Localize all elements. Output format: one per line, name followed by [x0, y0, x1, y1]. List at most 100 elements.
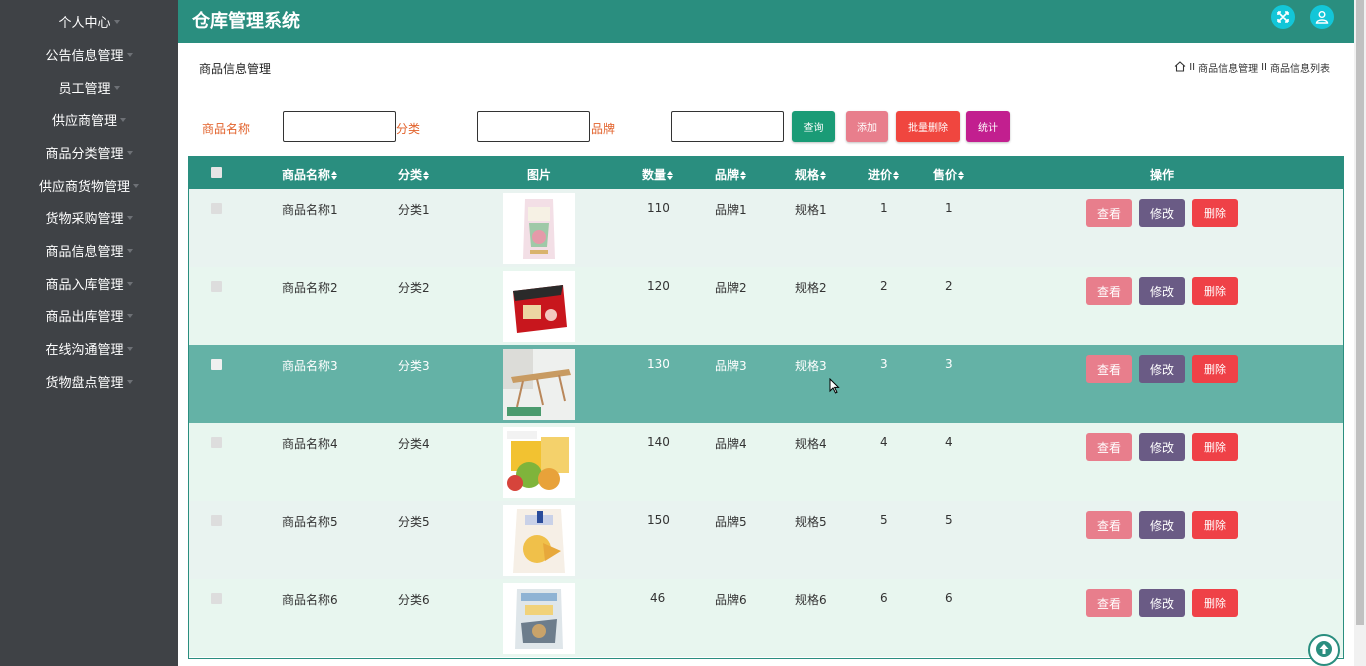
row-checkbox[interactable]	[211, 203, 222, 214]
table-row: 商品名称5 分类5 150 品牌5 规格5 5 5 查看 修改 删除	[189, 501, 1343, 579]
header-label: 售价	[933, 168, 958, 182]
edit-button[interactable]: 修改	[1139, 511, 1185, 539]
product-image-snack-box[interactable]	[503, 271, 575, 342]
view-button[interactable]: 查看	[1086, 277, 1132, 305]
cell-quantity: 140	[647, 435, 670, 449]
row-checkbox[interactable]	[211, 437, 222, 448]
sidebar-item-label: 公告信息管理	[45, 49, 124, 64]
name-filter-label: 商品名称	[202, 122, 251, 136]
sidebar-item-purchasing[interactable]: 货物采购管理	[0, 201, 178, 234]
header-price[interactable]: 售价	[933, 166, 965, 183]
edit-button[interactable]: 修改	[1139, 433, 1185, 461]
fullscreen-icon[interactable]	[1271, 5, 1295, 29]
cell-price: 5	[945, 513, 953, 527]
name-filter-input[interactable]	[283, 111, 396, 142]
sidebar-item-product-info[interactable]: 商品信息管理	[0, 234, 178, 267]
cell-category: 分类3	[398, 359, 430, 373]
cell-brand: 品牌5	[715, 515, 747, 529]
sidebar-item-label: 供应商管理	[51, 114, 117, 129]
cell-name: 商品名称6	[282, 593, 338, 607]
header-cost[interactable]: 进价	[868, 166, 900, 183]
user-icon[interactable]	[1310, 5, 1334, 29]
delete-button[interactable]: 删除	[1192, 589, 1238, 617]
brand-filter-input[interactable]	[671, 111, 784, 142]
header-quantity[interactable]: 数量	[642, 166, 674, 183]
view-button[interactable]: 查看	[1086, 511, 1132, 539]
cell-name: 商品名称5	[282, 515, 338, 529]
row-checkbox[interactable]	[211, 515, 222, 526]
header-name[interactable]: 商品名称	[282, 166, 338, 183]
sidebar-item-announcements[interactable]: 公告信息管理	[0, 38, 178, 71]
sidebar-item-inventory-check[interactable]: 货物盘点管理	[0, 365, 178, 398]
page-scrollbar[interactable]	[1354, 0, 1366, 666]
edit-button[interactable]: 修改	[1139, 355, 1185, 383]
row-checkbox[interactable]	[211, 593, 222, 604]
select-all-checkbox[interactable]	[211, 167, 222, 178]
caret-down-icon	[113, 19, 120, 24]
view-button[interactable]: 查看	[1086, 199, 1132, 227]
add-button[interactable]: 添加	[846, 111, 888, 142]
sort-icon[interactable]	[667, 171, 674, 180]
header-category[interactable]: 分类	[398, 166, 430, 183]
sidebar-item-label: 货物盘点管理	[45, 376, 124, 391]
caret-down-icon	[126, 150, 133, 155]
header-actions: 操作	[1150, 166, 1174, 183]
sidebar-item-label: 员工管理	[58, 82, 111, 97]
product-image-bread-bag[interactable]	[503, 505, 575, 576]
batch-delete-button[interactable]: 批量删除	[896, 111, 960, 142]
product-table: 商品名称 分类 图片 数量 品牌 规格 进价 售价 操作 商品名称1 分类1 1…	[188, 156, 1344, 659]
stats-button[interactable]: 统计	[966, 111, 1010, 142]
sidebar-item-personal-center[interactable]: 个人中心	[0, 5, 178, 38]
caret-down-icon	[113, 85, 120, 90]
product-image-pastry-box[interactable]	[503, 427, 575, 498]
edit-button[interactable]: 修改	[1139, 277, 1185, 305]
product-image-folding-table[interactable]	[503, 349, 575, 420]
row-checkbox[interactable]	[211, 281, 222, 292]
scrollbar-thumb[interactable]	[1356, 0, 1364, 625]
cell-spec: 规格2	[795, 281, 827, 295]
caret-down-icon	[133, 183, 139, 188]
table-row: 商品名称6 分类6 46 品牌6 规格6 6 6 查看 修改 删除	[189, 579, 1343, 657]
app-title: 仓库管理系统	[192, 11, 300, 32]
header-spec[interactable]: 规格	[795, 166, 827, 183]
sidebar-item-stock-out[interactable]: 商品出库管理	[0, 299, 178, 332]
delete-button[interactable]: 删除	[1192, 433, 1238, 461]
product-image-rice-bag[interactable]	[503, 193, 575, 264]
sidebar-item-online-chat[interactable]: 在线沟通管理	[0, 332, 178, 365]
delete-button[interactable]: 删除	[1192, 511, 1238, 539]
sort-icon[interactable]	[331, 171, 338, 180]
home-icon[interactable]	[1174, 60, 1186, 75]
table-row: 商品名称4 分类4 140 品牌4 规格4 4 4 查看 修改 删除	[189, 423, 1343, 501]
row-checkbox[interactable]	[211, 359, 222, 370]
back-to-top-button[interactable]	[1308, 634, 1340, 666]
category-filter-input[interactable]	[477, 111, 590, 142]
sort-icon[interactable]	[958, 171, 965, 180]
view-button[interactable]: 查看	[1086, 355, 1132, 383]
sort-icon[interactable]	[820, 171, 827, 180]
delete-button[interactable]: 删除	[1192, 355, 1238, 383]
product-image-snack-bag[interactable]	[503, 583, 575, 654]
caret-down-icon	[126, 215, 133, 220]
sort-icon[interactable]	[893, 171, 900, 180]
delete-button[interactable]: 删除	[1192, 199, 1238, 227]
sort-icon[interactable]	[423, 171, 430, 180]
cell-cost: 5	[880, 513, 888, 527]
sort-icon[interactable]	[740, 171, 747, 180]
query-button[interactable]: 查询	[792, 111, 835, 142]
edit-button[interactable]: 修改	[1139, 199, 1185, 227]
view-button[interactable]: 查看	[1086, 433, 1132, 461]
sidebar-item-supplier-goods[interactable]: 供应商货物管理	[0, 169, 178, 202]
cell-spec: 规格4	[795, 437, 827, 451]
cell-name: 商品名称4	[282, 437, 338, 451]
view-button[interactable]: 查看	[1086, 589, 1132, 617]
breadcrumb-level1[interactable]: 商品信息管理	[1198, 60, 1258, 75]
sidebar-item-suppliers[interactable]: 供应商管理	[0, 103, 178, 136]
sidebar-item-employees[interactable]: 员工管理	[0, 71, 178, 104]
table-row: 商品名称1 分类1 110 品牌1 规格1 1 1 查看 修改 删除	[189, 189, 1343, 267]
delete-button[interactable]: 删除	[1192, 277, 1238, 305]
header-brand[interactable]: 品牌	[715, 166, 747, 183]
edit-button[interactable]: 修改	[1139, 589, 1185, 617]
sidebar-item-categories[interactable]: 商品分类管理	[0, 136, 178, 169]
cell-cost: 6	[880, 591, 888, 605]
sidebar-item-stock-in[interactable]: 商品入库管理	[0, 267, 178, 300]
